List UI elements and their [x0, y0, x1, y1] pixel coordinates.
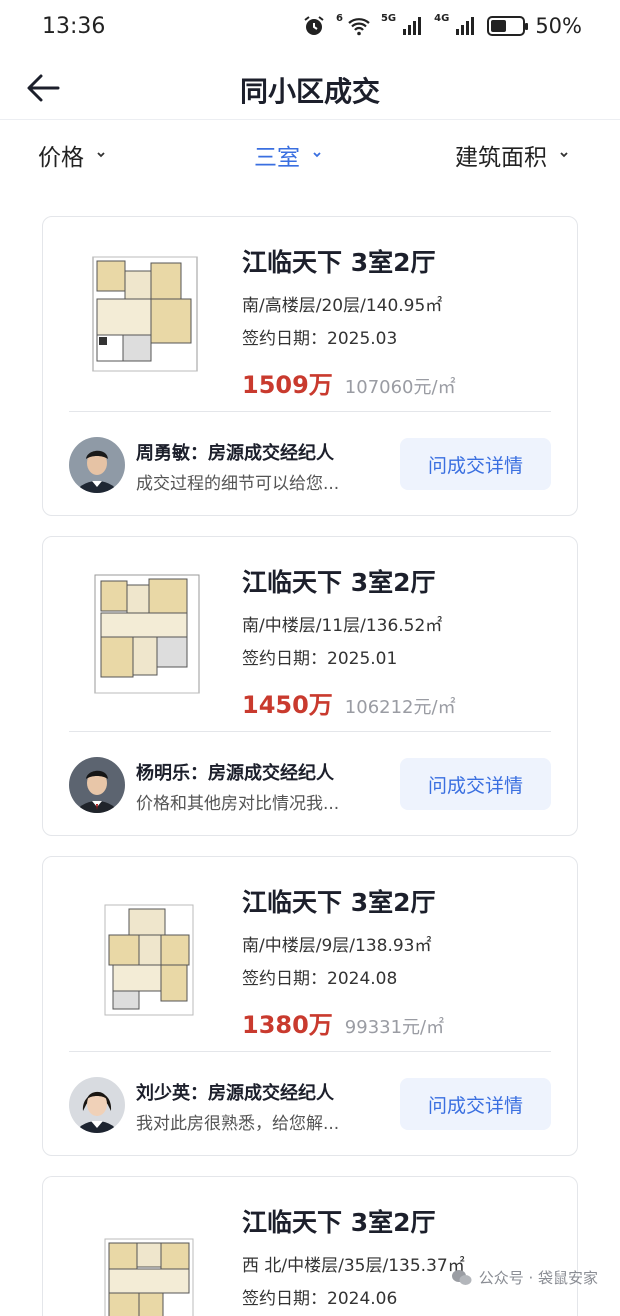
listing-card[interactable]: 江临天下 3室2厅 南/中楼层/11层/136.52㎡ 签约日期：2025.01… — [42, 536, 578, 836]
listing-card[interactable]: 江临天下 3室2厅 西 北/中楼层/35层/135.37㎡ 签约日期：2024.… — [42, 1176, 578, 1316]
agent-avatar[interactable] — [69, 1077, 125, 1133]
network-label-5g: 5G — [380, 12, 397, 24]
agent-message: 价格和其他房对比情况我... — [136, 794, 340, 814]
listing-card[interactable]: 江临天下 3室2厅 南/中楼层/9层/138.93㎡ 签约日期：2024.08 … — [42, 856, 578, 1156]
listing-info: 江临天下 3室2厅 南/高楼层/20层/140.95㎡ 签约日期：2025.03… — [242, 243, 567, 400]
watermark-text: 公众号 · 袋鼠安家 — [478, 1269, 598, 1287]
agent-message: 成交过程的细节可以给您... — [136, 474, 340, 494]
floor-plan-image — [104, 1238, 194, 1316]
listing-date: 签约日期：2025.03 — [242, 329, 398, 349]
price-row: 1380万 99331元/㎡ — [242, 1005, 567, 1040]
ask-deal-details-button[interactable]: 问成交详情 — [400, 1078, 551, 1130]
wechat-icon — [451, 1269, 472, 1285]
listing-date: 签约日期：2024.08 — [242, 969, 398, 989]
wifi-icon — [348, 18, 370, 36]
page-title: 同小区成交 — [239, 75, 380, 108]
divider — [69, 411, 551, 412]
price-row: 1509万 107060元/㎡ — [242, 365, 567, 400]
listing-info: 江临天下 3室2厅 西 北/中楼层/35层/135.37㎡ 签约日期：2024.… — [242, 1203, 567, 1309]
floor-plan-image — [104, 904, 194, 1016]
alarm-icon — [304, 16, 324, 35]
chevron-down-icon — [313, 152, 321, 158]
total-price: 1509万 — [242, 371, 333, 399]
status-bar: 13:36 6 5G 4G 50% — [0, 0, 620, 56]
agent-name: 杨明乐：房源成交经纪人 — [136, 763, 334, 784]
ask-deal-details-button[interactable]: 问成交详情 — [400, 438, 551, 490]
listing-meta: 南/高楼层/20层/140.95㎡ — [242, 296, 443, 316]
price-row: 1450万 106212元/㎡ — [242, 685, 567, 720]
total-price: 1450万 — [242, 691, 333, 719]
ask-deal-details-button[interactable]: 问成交详情 — [400, 758, 551, 810]
agent-name: 刘少英：房源成交经纪人 — [136, 1083, 334, 1104]
agent-avatar[interactable] — [69, 757, 125, 813]
status-icons: 6 5G 4G 50% — [302, 12, 582, 38]
listing-title: 江临天下 3室2厅 — [242, 248, 436, 277]
battery-icon — [487, 16, 529, 36]
unit-price: 99331元/㎡ — [344, 1017, 445, 1038]
listing-title: 江临天下 3室2厅 — [242, 888, 436, 917]
unit-price: 106212元/㎡ — [344, 697, 456, 718]
watermark: 公众号 · 袋鼠安家 — [451, 1267, 598, 1288]
chevron-down-icon — [97, 152, 105, 158]
unit-price: 107060元/㎡ — [344, 377, 456, 398]
status-time: 13:36 — [42, 14, 106, 39]
total-price: 1380万 — [242, 1011, 333, 1039]
listing-meta: 南/中楼层/9层/138.93㎡ — [242, 936, 432, 956]
listing-title: 江临天下 3室2厅 — [242, 568, 436, 597]
filter-label: 建筑面积 — [455, 145, 547, 171]
network-label-4g: 4G — [434, 12, 450, 24]
chevron-down-icon — [560, 152, 568, 158]
listing-card[interactable]: 江临天下 3室2厅 南/高楼层/20层/140.95㎡ 签约日期：2025.03… — [42, 216, 578, 516]
signal-icon — [403, 17, 422, 35]
battery-percent: 50% — [535, 14, 582, 38]
title-bar: 同小区成交 — [0, 56, 620, 120]
filter-rooms[interactable]: 三室 — [254, 138, 322, 172]
listing-info: 江临天下 3室2厅 南/中楼层/11层/136.52㎡ 签约日期：2025.01… — [242, 563, 567, 720]
filter-area[interactable]: 建筑面积 — [455, 138, 569, 172]
listing-info: 江临天下 3室2厅 南/中楼层/9层/138.93㎡ 签约日期：2024.08 … — [242, 883, 567, 1040]
filter-label: 三室 — [254, 145, 300, 171]
divider — [69, 731, 551, 732]
agent-name: 周勇敏：房源成交经纪人 — [136, 443, 334, 464]
floor-plan-image — [94, 574, 200, 694]
agent-message: 我对此房很熟悉，给您解... — [136, 1114, 340, 1134]
listing-meta: 南/中楼层/11层/136.52㎡ — [242, 616, 443, 636]
floor-plan-image — [92, 256, 198, 372]
listing-date: 签约日期：2025.01 — [242, 649, 398, 669]
agent-avatar[interactable] — [69, 437, 125, 493]
filter-price[interactable]: 价格 — [38, 138, 106, 172]
listing-title: 江临天下 3室2厅 — [242, 1208, 436, 1237]
filter-label: 价格 — [38, 145, 84, 171]
filter-bar: 价格 三室 建筑面积 — [0, 122, 620, 184]
divider — [69, 1051, 551, 1052]
network-label-wifi: 6 — [336, 12, 343, 24]
signal-icon — [456, 17, 475, 35]
